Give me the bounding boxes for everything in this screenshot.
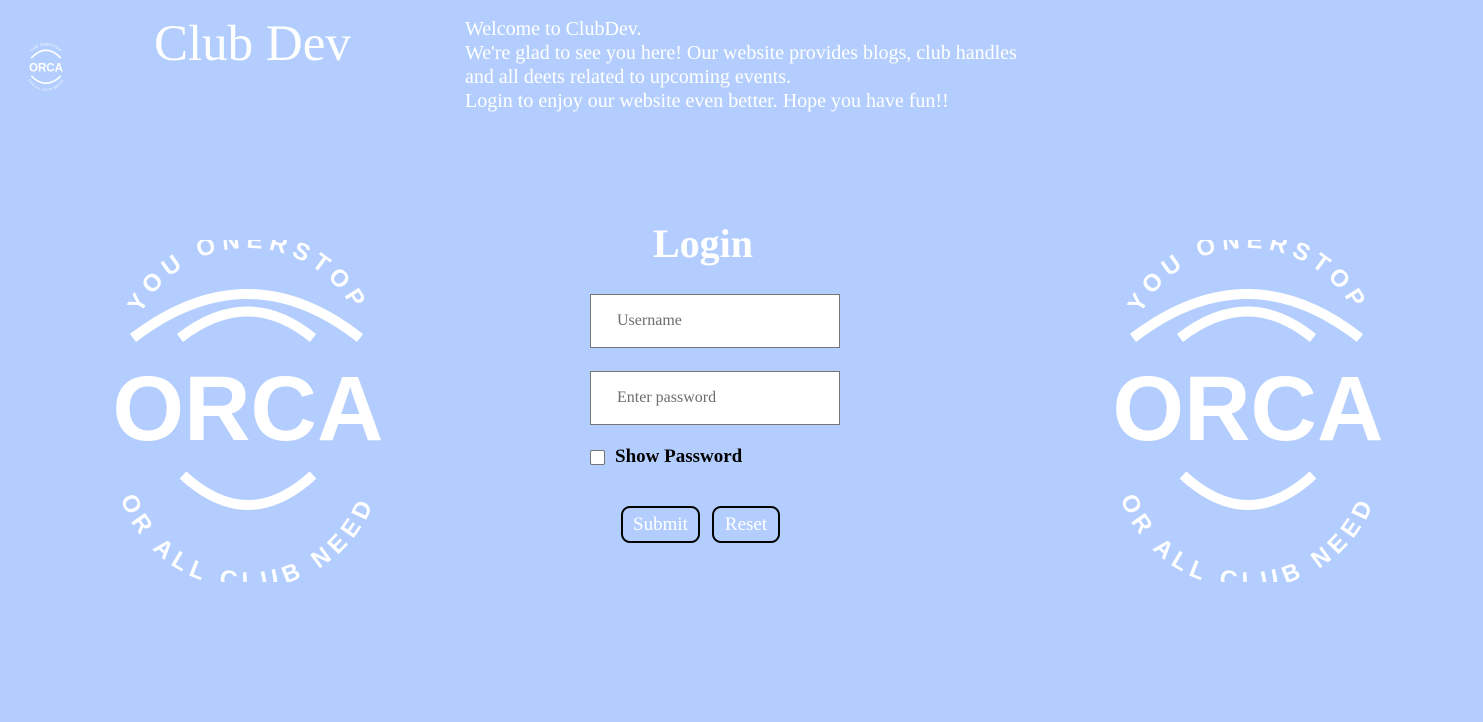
svg-text:YOU ONERSTOP: YOU ONERSTOP: [123, 240, 374, 317]
login-title: Login: [652, 221, 754, 266]
logo-top-text: YOU ONERSTOP: [123, 240, 368, 317]
username-input[interactable]: [590, 294, 840, 348]
logo-top-text: THE ONESTOP: [30, 42, 62, 52]
logo-top-text: YOU ONERSTOP: [1123, 240, 1368, 317]
logo-brand: ORCA: [113, 358, 384, 460]
welcome-line: Welcome to ClubDev.: [465, 18, 642, 40]
welcome-line: and all deets related to upcoming events…: [465, 66, 792, 88]
orca-logo-right: YOU ONERSTOP ORCA FOR ALL CLUB NEEDS: [1098, 240, 1384, 582]
svg-text:YOU ONERSTOP: YOU ONERSTOP: [1123, 240, 1374, 317]
welcome-message: Welcome to ClubDev. We're glad to see yo…: [465, 17, 1065, 113]
password-input[interactable]: [590, 371, 840, 425]
reset-button[interactable]: Reset: [712, 506, 780, 543]
logo-bottom-text: FOR ALL CLUB NEEDS: [27, 78, 64, 91]
welcome-line: Login to enjoy our website even better. …: [465, 90, 949, 112]
submit-button[interactable]: Submit: [621, 506, 700, 543]
logo-brand: ORCA: [1113, 358, 1384, 460]
svg-text:FOR ALL CLUB NEEDS: FOR ALL CLUB NEEDS: [27, 78, 64, 91]
show-password-row: Show Password: [590, 446, 742, 468]
logo-brand: ORCA: [29, 63, 64, 75]
orca-logo-small: THE ONESTOP ORCA FOR ALL CLUB NEEDS: [27, 42, 64, 91]
orca-logo-left: YOU ONERSTOP ORCA FOR ALL CLUB NEEDS: [98, 240, 384, 582]
show-password-checkbox[interactable]: [590, 449, 605, 465]
svg-text:THE ONESTOP: THE ONESTOP: [30, 42, 62, 52]
show-password-label[interactable]: Show Password: [615, 446, 742, 468]
welcome-line: We're glad to see you here! Our website …: [465, 42, 1017, 64]
site-title: Club Dev: [154, 16, 351, 72]
